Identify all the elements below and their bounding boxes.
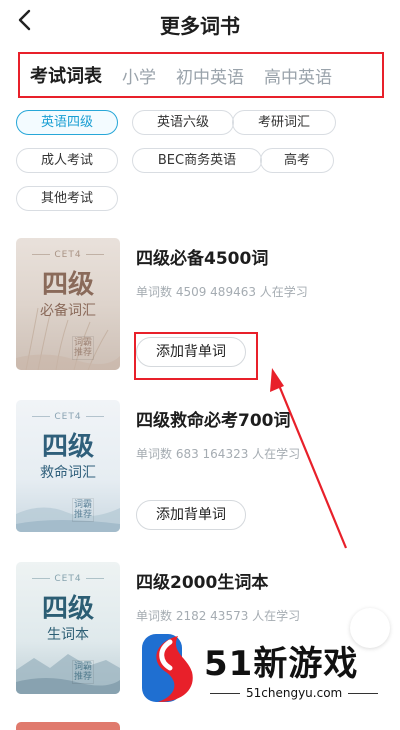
book-cover-partial[interactable]: [16, 722, 120, 730]
cover-heading: 四级: [41, 270, 94, 300]
cover-tag: CET4: [16, 574, 120, 584]
cover-stamp: 词霸推荐: [72, 498, 94, 522]
chip-gaokao[interactable]: 高考: [260, 148, 334, 173]
chip-cet4[interactable]: 英语四级: [16, 110, 118, 135]
tab-primary-school[interactable]: 小学: [122, 63, 156, 88]
chip-bec-business[interactable]: BEC商务英语: [132, 148, 262, 173]
cover-subtitle: 生词本: [47, 627, 89, 643]
annotation-box: [134, 332, 258, 380]
book-meta: 单词数 4509 489463 人在学习: [136, 285, 308, 299]
book-meta: 单词数 683 164323 人在学习: [136, 447, 301, 461]
cover-stamp: 词霸推荐: [72, 336, 94, 360]
site-logo-icon: [142, 634, 193, 702]
cover-subtitle: 救命词汇: [40, 465, 96, 481]
book-cover[interactable]: CET4 四级 生词本 词霸推荐: [16, 562, 120, 694]
book-meta: 单词数 2182 43573 人在学习: [136, 609, 301, 623]
book-cover[interactable]: CET4 四级 救命词汇 词霸推荐: [16, 400, 120, 532]
book-title[interactable]: 四级必备4500词: [136, 244, 386, 269]
book-item[interactable]: CET4 四级 救命词汇 词霸推荐 四级救命必考700词 单词数 683 164…: [16, 400, 386, 560]
tab-senior-english[interactable]: 高中英语: [264, 63, 332, 88]
watermark-url: 51chengyu.com: [204, 686, 384, 700]
cover-heading: 四级: [41, 432, 94, 462]
page-title: 更多词书: [160, 14, 240, 38]
cover-tag: CET4: [16, 412, 120, 422]
cover-tag: CET4: [16, 250, 120, 260]
cover-heading: 四级: [41, 594, 94, 624]
chip-other-exams[interactable]: 其他考试: [16, 186, 118, 211]
watermark: 51新游戏 51chengyu.com: [140, 632, 380, 712]
book-title[interactable]: 四级救命必考700词: [136, 406, 386, 431]
watermark-name: 51新游戏: [204, 644, 359, 684]
book-info: 四级2000生词本 单词数 2182 43573 人在学习: [136, 562, 386, 624]
chip-adult-exam[interactable]: 成人考试: [16, 148, 118, 173]
book-title[interactable]: 四级2000生词本: [136, 568, 386, 593]
cover-subtitle: 必备词汇: [40, 303, 96, 319]
book-info: 四级救命必考700词 单词数 683 164323 人在学习 添加背单词: [136, 400, 386, 530]
add-to-study-button[interactable]: 添加背单词: [136, 500, 246, 530]
chip-cet6[interactable]: 英语六级: [132, 110, 234, 135]
tab-junior-english[interactable]: 初中英语: [176, 63, 244, 88]
category-tabs: 考试词表 小学 初中英语 高中英语: [18, 52, 384, 98]
header: 更多词书: [0, 0, 400, 46]
chip-postgrad-vocab[interactable]: 考研词汇: [232, 110, 336, 135]
book-cover[interactable]: CET4 四级 必备词汇 词霸推荐: [16, 238, 120, 370]
book-info: 四级必备4500词 单词数 4509 489463 人在学习 添加背单词: [136, 238, 386, 367]
cover-stamp: 词霸推荐: [72, 660, 94, 684]
tab-exam-wordlists[interactable]: 考试词表: [30, 62, 102, 88]
